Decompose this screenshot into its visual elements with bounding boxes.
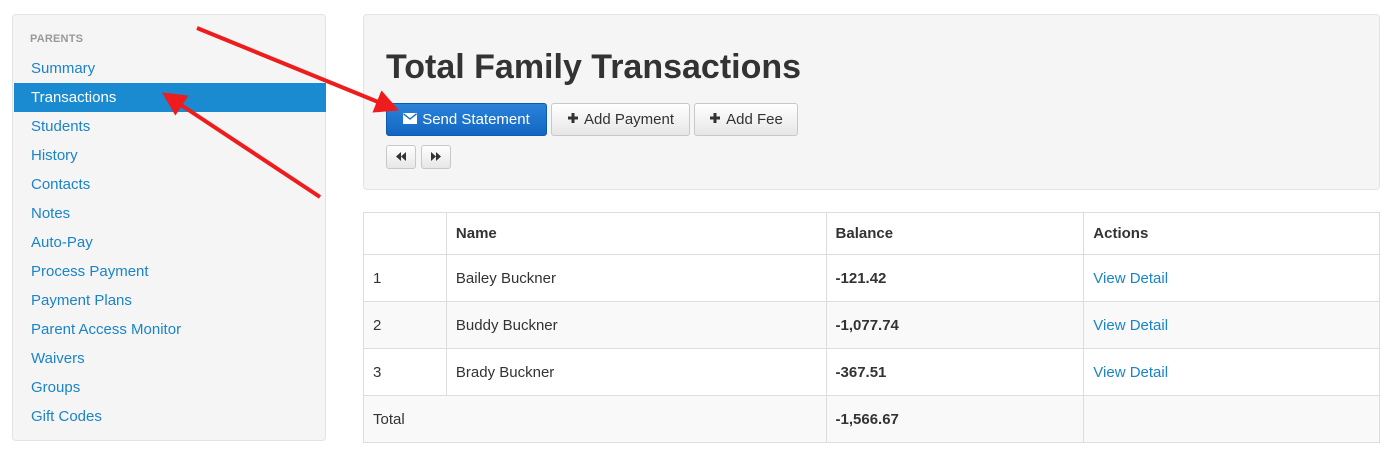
- sidebar-item-label: Contacts: [31, 176, 91, 193]
- sidebar-item-payment-plans[interactable]: Payment Plans: [14, 286, 326, 315]
- sidebar-item-parent-access-monitor[interactable]: Parent Access Monitor: [14, 315, 326, 344]
- plus-icon: [567, 111, 579, 128]
- envelope-icon: [403, 111, 418, 128]
- add-payment-button[interactable]: Add Payment: [551, 103, 690, 136]
- send-statement-label: Send Statement: [422, 111, 530, 128]
- column-header-index: [363, 212, 447, 255]
- total-label: Total: [363, 395, 827, 443]
- row-index: 3: [363, 348, 447, 396]
- sidebar-item-history[interactable]: History: [14, 141, 326, 170]
- sidebar-item-label: Notes: [31, 205, 71, 222]
- sidebar-item-label: Parent Access Monitor: [31, 321, 182, 338]
- table-row: 3 Brady Buckner -367.51 View Detail: [363, 348, 1380, 396]
- page-title: Total Family Transactions: [386, 48, 802, 86]
- sidebar-item-label: Process Payment: [31, 263, 149, 280]
- actions-cell: View Detail: [1083, 254, 1380, 302]
- table-row: 1 Bailey Buckner -121.42 View Detail: [363, 254, 1380, 302]
- sidebar-item-groups[interactable]: Groups: [14, 373, 326, 402]
- add-fee-button[interactable]: Add Fee: [694, 103, 798, 136]
- balance-value: -121.42: [825, 254, 1085, 302]
- sidebar-item-label: Groups: [31, 379, 81, 396]
- column-header-name: Name: [445, 212, 827, 255]
- header-panel: [363, 14, 1380, 190]
- send-statement-button[interactable]: Send Statement: [386, 103, 547, 136]
- column-header-balance: Balance: [825, 212, 1085, 255]
- sidebar-item-notes[interactable]: Notes: [14, 199, 326, 228]
- sidebar-item-summary[interactable]: Summary: [14, 54, 326, 83]
- student-name: Brady Buckner: [445, 348, 827, 396]
- plus-icon: [709, 111, 721, 128]
- sidebar-item-gift-codes[interactable]: Gift Codes: [14, 402, 326, 431]
- view-detail-link[interactable]: View Detail: [1093, 270, 1168, 287]
- actions-cell: View Detail: [1083, 301, 1380, 349]
- sidebar-item-label: Gift Codes: [31, 408, 102, 425]
- sidebar-item-waivers[interactable]: Waivers: [14, 344, 326, 373]
- sidebar-item-label: Transactions: [31, 89, 117, 106]
- sidebar-item-process-payment[interactable]: Process Payment: [14, 257, 326, 286]
- view-detail-link[interactable]: View Detail: [1093, 364, 1168, 381]
- table-row: 2 Buddy Buckner -1,077.74 View Detail: [363, 301, 1380, 349]
- previous-button[interactable]: [386, 145, 416, 169]
- sidebar-item-label: Auto-Pay: [31, 234, 93, 251]
- backward-icon: [395, 148, 407, 166]
- sidebar-item-label: Summary: [31, 60, 96, 77]
- balance-value: -367.51: [825, 348, 1085, 396]
- row-index: 2: [363, 301, 447, 349]
- sidebar-item-label: Payment Plans: [31, 292, 132, 309]
- view-detail-link[interactable]: View Detail: [1093, 317, 1168, 334]
- total-row: Total -1,566.67: [363, 395, 1380, 443]
- sidebar-item-label: Students: [31, 118, 91, 135]
- sidebar-item-label: Waivers: [31, 350, 85, 367]
- student-name: Buddy Buckner: [445, 301, 827, 349]
- column-header-actions: Actions: [1083, 212, 1380, 255]
- sidebar-item-students[interactable]: Students: [14, 112, 326, 141]
- sidebar-item-transactions[interactable]: Transactions: [14, 83, 326, 112]
- next-button[interactable]: [421, 145, 451, 169]
- sidebar-item-contacts[interactable]: Contacts: [14, 170, 326, 199]
- sidebar-item-label: History: [31, 147, 78, 164]
- sidebar-item-auto-pay[interactable]: Auto-Pay: [14, 228, 326, 257]
- balance-value: -1,077.74: [825, 301, 1085, 349]
- actions-cell: View Detail: [1083, 348, 1380, 396]
- transactions-table: Name Balance Actions 1 Bailey Buckner -1…: [363, 212, 1380, 443]
- add-payment-label: Add Payment: [583, 111, 675, 128]
- add-fee-label: Add Fee: [726, 111, 783, 128]
- sidebar-header: PARENTS: [30, 33, 84, 45]
- row-index: 1: [363, 254, 447, 302]
- student-name: Bailey Buckner: [445, 254, 827, 302]
- total-actions-cell: [1083, 395, 1380, 443]
- forward-icon: [430, 148, 442, 166]
- total-balance: -1,566.67: [825, 395, 1085, 443]
- table-header-row: Name Balance Actions: [363, 212, 1380, 255]
